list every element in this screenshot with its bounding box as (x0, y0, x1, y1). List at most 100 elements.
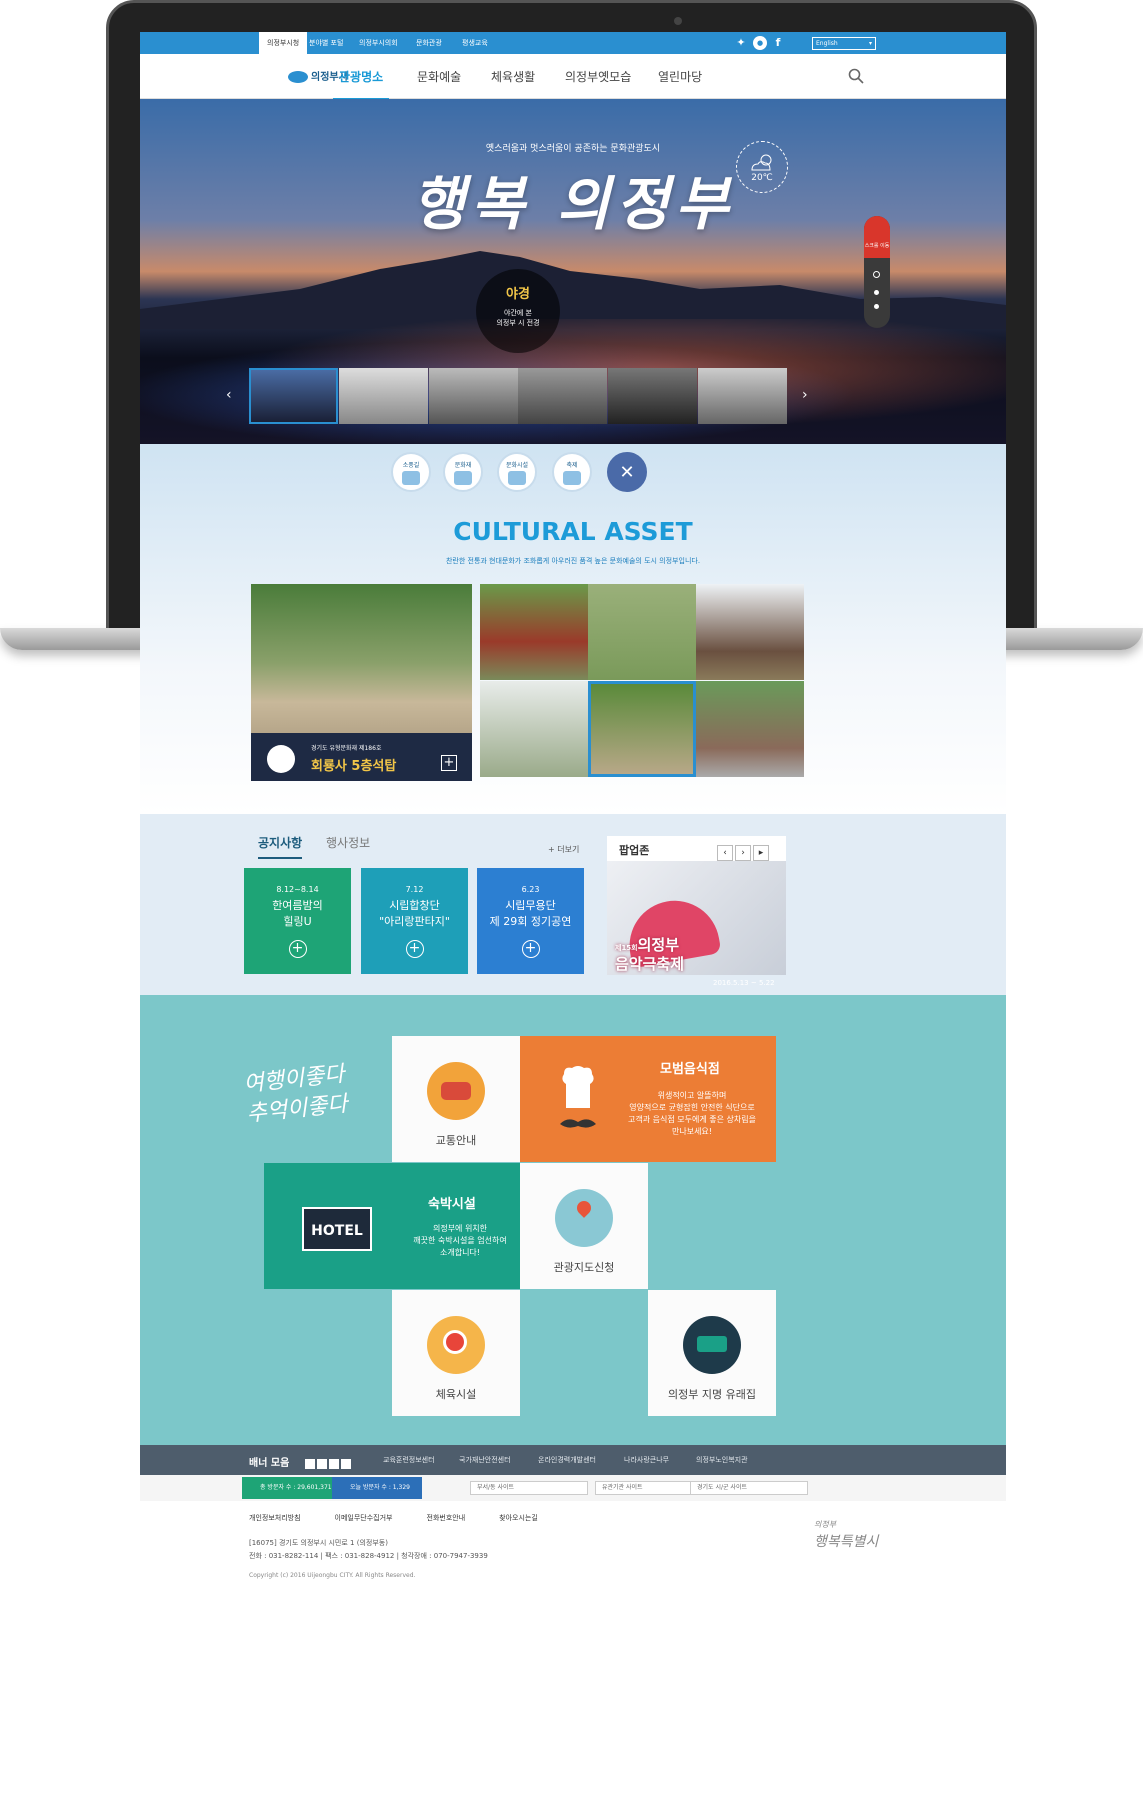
menu-history[interactable]: 의정부옛모습 (565, 68, 631, 85)
site-select[interactable]: 부서/동 사이트 (470, 1481, 588, 1495)
thumbnail[interactable] (339, 368, 428, 424)
site-select[interactable]: 경기도 시/군 사이트 (690, 1481, 808, 1495)
event-date: 8.12~8.14 (276, 885, 319, 894)
banner-link[interactable]: 의정부노인복지관 (696, 1455, 748, 1465)
category-walk[interactable]: 소풍길 (391, 452, 431, 492)
tile-restaurant[interactable]: 모범음식점 위생적이고 알뜰하며 영양적으로 균형잡힌 안전한 식단으로 고객과 음… (520, 1036, 776, 1162)
more-link[interactable]: + 더보기 (548, 844, 579, 855)
top-tab[interactable]: 분야별 포털 (301, 32, 351, 54)
gallery-item[interactable] (480, 681, 588, 777)
prev-arrow-icon[interactable]: ‹ (226, 387, 232, 403)
tile-placename[interactable]: 의정부 지명 유래집 (648, 1290, 776, 1416)
twitter-icon[interactable]: ✦ (734, 36, 748, 50)
popup-zone: 팝업존 ‹ › ▸ 제15회의정부 음악극축제 2016.5.13 ~ 5.22 (607, 836, 786, 987)
copyright: Copyright (c) 2016 Uijeongbu CITY. All R… (249, 1572, 416, 1579)
contact: 전화 : 031-8282-114 | 팩스 : 031-828-4912 | … (249, 1552, 488, 1560)
hotel-sign-icon: HOTEL (302, 1207, 372, 1251)
footer-link[interactable]: 이메일무단수집거부 (335, 1514, 393, 1522)
gallery-item[interactable] (588, 584, 696, 680)
footer-address: [16075] 경기도 의정부시 시민로 1 (의정부동) 전화 : 031-82… (249, 1537, 488, 1563)
top-tab[interactable]: 의정부시의회 (351, 32, 406, 54)
top-tab[interactable]: 의정부시청 (259, 32, 308, 54)
tile-sports[interactable]: 체육시설 (392, 1290, 520, 1416)
menu-open[interactable]: 열린마당 (658, 68, 702, 85)
badge-desc-line: 야간에 본 (504, 309, 532, 317)
top-tab[interactable]: 평생교육 (454, 32, 496, 54)
banner-link[interactable]: 온라인경력개발센터 (538, 1455, 596, 1465)
next-arrow-icon[interactable]: › (802, 387, 808, 403)
badge-desc-line: 의정부 시 전경 (496, 319, 540, 327)
top-tab[interactable]: 문화관광 (408, 32, 450, 54)
pager-dot[interactable] (874, 290, 879, 295)
hero-subtitle: 옛스러움과 멋스러움이 공존하는 문화관광도시 (485, 144, 661, 154)
cloud-sun-icon (751, 154, 772, 171)
language-select[interactable]: English ▾ (812, 37, 876, 50)
list-icon[interactable] (341, 1459, 351, 1469)
scroll-label: 스크롤 이동 (864, 243, 890, 249)
banner-link[interactable]: 국가재난안전센터 (459, 1455, 511, 1465)
thumbnail[interactable] (429, 368, 518, 424)
scroll-button[interactable]: 스크롤 이동 (864, 216, 890, 258)
banner-link[interactable]: 교육훈련정보센터 (383, 1455, 435, 1465)
menu-sports[interactable]: 체육생활 (491, 68, 535, 85)
gallery-item[interactable] (696, 681, 804, 777)
event-card[interactable]: 7.12 시립합창단 "아리랑판타지" + (361, 868, 468, 974)
tour-section: 여행이좋다 추억이좋다 교통안내 모범음식점 위생적이고 알뜰하며 영양적으로 균형… (140, 995, 1006, 1445)
next-icon[interactable]: › (735, 845, 751, 861)
banner-link[interactable]: 나라사랑큰나무 (624, 1455, 669, 1465)
popup-banner[interactable]: 제15회의정부 음악극축제 2016.5.13 ~ 5.22 (607, 861, 786, 987)
thumbnail[interactable] (518, 368, 607, 424)
play-icon[interactable]: ▸ (753, 845, 769, 861)
tour-slogan: 여행이좋다 추억이좋다 (242, 1060, 349, 1130)
close-button[interactable]: ✕ (607, 452, 647, 492)
gallery-item[interactable] (696, 584, 804, 680)
gallery-item[interactable] (480, 584, 588, 680)
next-icon[interactable] (329, 1459, 339, 1469)
plus-icon[interactable]: + (405, 940, 424, 958)
thumbnail[interactable] (249, 368, 338, 424)
thumbnail-strip (249, 368, 787, 424)
logo-small: 의정부 (814, 1520, 837, 1529)
search-icon[interactable] (848, 68, 864, 84)
prev-icon[interactable]: ‹ (717, 845, 733, 861)
prev-icon[interactable] (305, 1459, 315, 1469)
menu-culture[interactable]: 문화예술 (417, 68, 461, 85)
kakao-icon[interactable]: ● (753, 36, 767, 50)
pager-dot[interactable] (873, 271, 880, 278)
thumbnail[interactable] (698, 368, 787, 424)
popup-controls: ‹ › ▸ (715, 840, 769, 861)
section-desc: 찬란한 전통과 현대문화가 조화롭게 아우러진 품격 높은 문화예술의 도시 의… (445, 557, 701, 565)
logo-icon (288, 71, 308, 83)
event-title-line: 제 29회 정기공연 (489, 915, 572, 928)
category-label: 문화시설 (505, 462, 529, 469)
tab-events[interactable]: 행사정보 (326, 834, 370, 851)
plus-icon[interactable]: + (288, 940, 307, 958)
category-heritage[interactable]: 문화재 (443, 452, 483, 492)
event-card[interactable]: 6.23 시립무용단 제 29회 정기공연 + (477, 868, 584, 974)
facebook-icon[interactable]: f (771, 36, 785, 50)
desc-line: 고객과 음식점 모두에게 좋은 상차림을 (628, 1115, 756, 1124)
pause-icon[interactable] (317, 1459, 327, 1469)
tile-lodging[interactable]: HOTEL 숙박시설 의정부에 위치한 깨끗한 숙박시설을 엄선하여 소개합니다! (264, 1163, 520, 1289)
building-icon (267, 745, 295, 773)
tile-traffic[interactable]: 교통안내 (392, 1036, 520, 1162)
plus-icon[interactable]: + (521, 940, 540, 958)
plus-icon[interactable]: + (441, 755, 457, 771)
gallery-item[interactable] (588, 681, 696, 777)
pager-dot[interactable] (874, 304, 879, 309)
footer-link[interactable]: 찾아오시는길 (499, 1514, 538, 1522)
category-facility[interactable]: 문화시설 (497, 452, 537, 492)
banner-controls (305, 1454, 353, 1473)
footer-link[interactable]: 개인정보처리방침 (249, 1514, 301, 1522)
chef-hat-icon (560, 1066, 596, 1128)
menu-tourism[interactable]: 관광명소 (332, 68, 390, 100)
footer-link[interactable]: 전화번호안내 (427, 1514, 466, 1522)
event-card[interactable]: 8.12~8.14 한여름밤의 힐링U + (244, 868, 351, 974)
tile-map[interactable]: 관광지도신청 (520, 1163, 648, 1289)
featured-asset[interactable]: 경기도 유형문화재 제186호 회룡사 5층석탑 + (251, 584, 472, 781)
category-festival[interactable]: 축제 (552, 452, 592, 492)
tab-notice[interactable]: 공지사항 (258, 834, 303, 859)
thumbnail[interactable] (608, 368, 697, 424)
firework-icon (563, 471, 581, 485)
gate-icon (454, 471, 472, 485)
